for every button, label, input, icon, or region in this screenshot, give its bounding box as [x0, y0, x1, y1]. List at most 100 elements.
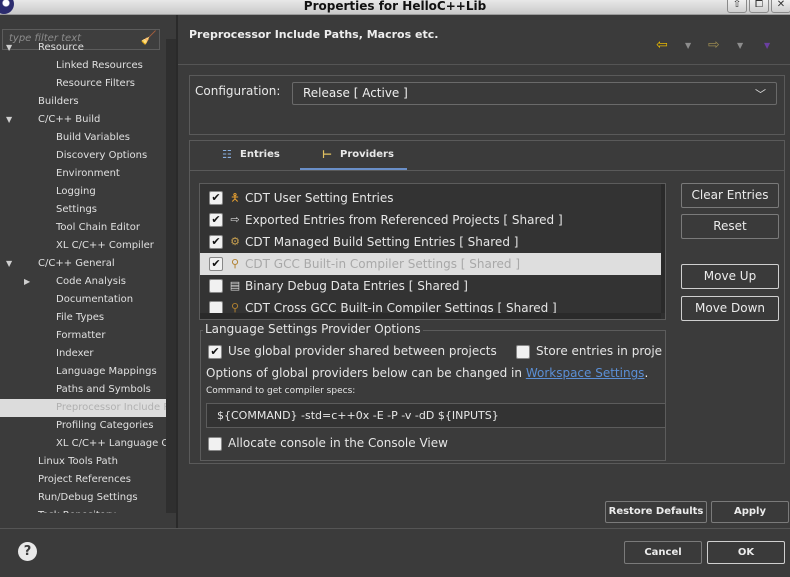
- provider-row[interactable]: ✔ ⇨ Exported Entries from Referenced Pro…: [200, 209, 661, 231]
- move-up-button[interactable]: Move Up: [681, 264, 779, 289]
- allocate-console-checkbox[interactable]: [208, 437, 222, 451]
- sidebar-item[interactable]: XL C/C++ Language Options: [0, 435, 166, 453]
- sidebar-item[interactable]: Settings: [0, 201, 166, 219]
- sidebar-item[interactable]: Build Variables: [0, 129, 166, 147]
- tree-scrollbar[interactable]: [166, 39, 176, 513]
- sidebar-item[interactable]: Tool Chain Editor: [0, 219, 166, 237]
- sidebar-item[interactable]: File Types: [0, 309, 166, 327]
- window-maximize-button[interactable]: ⧠: [749, 0, 769, 13]
- entries-icon: ☷: [222, 148, 232, 161]
- move-down-button[interactable]: Move Down: [681, 296, 779, 321]
- sidebar-item-label: File Types: [56, 312, 105, 323]
- provider-checkbox[interactable]: ✔: [209, 235, 223, 249]
- provider-label: CDT Managed Build Setting Entries [ Shar…: [245, 235, 519, 249]
- configuration-label: Configuration:: [195, 84, 281, 98]
- sidebar-item[interactable]: Documentation: [0, 291, 166, 309]
- providers-vertical-scrollbar[interactable]: [661, 184, 665, 313]
- sidebar-item[interactable]: ▶ Code Analysis: [0, 273, 166, 291]
- provider-row[interactable]: ✔ 🯅 CDT User Setting Entries: [200, 187, 661, 209]
- provider-checkbox[interactable]: [209, 279, 223, 293]
- tab-entries[interactable]: ☷ Entries: [218, 140, 280, 171]
- property-page-tree[interactable]: ▼ Resource Linked Resources Resource Filter…: [0, 39, 166, 513]
- sidebar-item-label: Preprocessor Include Paths, Macros etc.: [56, 402, 166, 413]
- sidebar-item-label: Run/Debug Settings: [38, 492, 138, 503]
- provider-row[interactable]: ▤ Binary Debug Data Entries [ Shared ]: [200, 275, 661, 297]
- sidebar-item-label: Resource: [38, 42, 84, 53]
- store-entries-label: Store entries in proje: [536, 344, 663, 358]
- window-close-button[interactable]: ✕: [771, 0, 790, 13]
- sidebar-item[interactable]: Linux Tools Path: [0, 453, 166, 471]
- back-arrow-icon[interactable]: ⇦: [656, 37, 668, 53]
- sidebar-item-label: C/C++ General: [38, 258, 115, 269]
- sidebar-item[interactable]: ▼ Resource: [0, 39, 166, 57]
- sidebar-item-label: Linked Resources: [56, 60, 143, 71]
- sidebar-item[interactable]: Paths and Symbols: [0, 381, 166, 399]
- forward-dropdown-icon[interactable]: ▼: [737, 41, 743, 50]
- provider-checkbox[interactable]: ✔: [209, 191, 223, 205]
- configuration-select[interactable]: Release [ Active ] ﹀: [292, 82, 777, 105]
- page-header: Preprocessor Include Paths, Macros etc. …: [178, 15, 790, 65]
- providers-horizontal-scrollbar[interactable]: [200, 313, 661, 319]
- sidebar-item[interactable]: Resource Filters: [0, 75, 166, 93]
- tab-providers[interactable]: ⊢ Providers: [318, 140, 394, 171]
- expand-arrow-icon[interactable]: ▼: [6, 255, 12, 273]
- cancel-button[interactable]: Cancel: [624, 541, 702, 564]
- sidebar-item-label: Documentation: [56, 294, 134, 305]
- back-dropdown-icon[interactable]: ▼: [685, 41, 691, 50]
- providers-list[interactable]: ✔ 🯅 CDT User Setting Entries ✔ ⇨ Exporte…: [200, 184, 661, 313]
- tab-providers-label: Providers: [340, 149, 394, 160]
- apply-button[interactable]: Apply: [711, 501, 789, 523]
- expand-arrow-icon[interactable]: ▼: [6, 39, 12, 57]
- reset-button[interactable]: Reset: [681, 214, 779, 239]
- sidebar-item[interactable]: XL C/C++ Compiler: [0, 237, 166, 255]
- sidebar-item[interactable]: Discovery Options: [0, 147, 166, 165]
- store-entries-checkbox[interactable]: [516, 345, 530, 359]
- sidebar-item[interactable]: ▼ C/C++ General: [0, 255, 166, 273]
- window-shade-button[interactable]: ⇧: [727, 0, 747, 13]
- ok-button[interactable]: OK: [707, 541, 785, 564]
- sidebar-item[interactable]: Project References: [0, 471, 166, 489]
- help-icon[interactable]: ?: [18, 542, 37, 561]
- export-icon: ⇨: [230, 213, 240, 226]
- sidebar-item[interactable]: ▼ C/C++ Build: [0, 111, 166, 129]
- sidebar-item-label: Settings: [56, 204, 98, 215]
- chevron-down-icon: ﹀: [755, 88, 766, 101]
- sidebar-item[interactable]: Language Mappings: [0, 363, 166, 381]
- sidebar-item[interactable]: Logging: [0, 183, 166, 201]
- collapse-arrow-icon[interactable]: ▶: [24, 273, 30, 291]
- view-menu-icon[interactable]: ▼: [764, 41, 770, 50]
- provider-row-selected[interactable]: ✔ ⚲ CDT GCC Built-in Compiler Settings […: [200, 253, 661, 275]
- forward-arrow-icon[interactable]: ⇨: [708, 37, 720, 53]
- sidebar-item-label: Builders: [38, 96, 79, 107]
- restore-defaults-button[interactable]: Restore Defaults: [605, 501, 707, 523]
- provider-checkbox[interactable]: ✔: [209, 213, 223, 227]
- clear-entries-button[interactable]: Clear Entries: [681, 183, 779, 208]
- use-global-provider-checkbox[interactable]: ✔: [208, 345, 222, 359]
- command-value: ${COMMAND} -std=c++0x -E -P -v -dD ${INP…: [217, 409, 499, 422]
- configuration-value: Release [ Active ]: [303, 86, 408, 100]
- sidebar-item-label: Discovery Options: [56, 150, 148, 161]
- provider-checkbox[interactable]: [209, 301, 223, 313]
- sidebar-item[interactable]: Linked Resources: [0, 57, 166, 75]
- sidebar-item[interactable]: Task Repository: [0, 507, 166, 513]
- sidebar-item[interactable]: Formatter: [0, 327, 166, 345]
- provider-label: CDT User Setting Entries: [245, 191, 394, 205]
- sidebar-item-label: Code Analysis: [56, 276, 126, 287]
- user-icon: 🯅: [230, 191, 240, 204]
- sidebar-item[interactable]: Environment: [0, 165, 166, 183]
- tab-entries-label: Entries: [240, 149, 280, 160]
- sidebar-item[interactable]: Builders: [0, 93, 166, 111]
- sidebar-item[interactable]: Preprocessor Include Paths, Macros etc.: [0, 399, 166, 417]
- command-input[interactable]: ${COMMAND} -std=c++0x -E -P -v -dD ${INP…: [206, 403, 666, 428]
- expand-arrow-icon[interactable]: ▼: [6, 111, 12, 129]
- sidebar-item-label: C/C++ Build: [38, 114, 101, 125]
- sidebar-item[interactable]: Profiling Categories: [0, 417, 166, 435]
- provider-row[interactable]: ⚲ CDT Cross GCC Built-in Compiler Settin…: [200, 297, 661, 313]
- sidebar-item-label: Resource Filters: [56, 78, 136, 89]
- sash-splitter[interactable]: [176, 15, 178, 528]
- sidebar-item[interactable]: Run/Debug Settings: [0, 489, 166, 507]
- provider-row[interactable]: ✔ ⚙ CDT Managed Build Setting Entries [ …: [200, 231, 661, 253]
- sidebar-item[interactable]: Indexer: [0, 345, 166, 363]
- workspace-settings-link[interactable]: Workspace Settings: [526, 366, 645, 380]
- provider-checkbox[interactable]: ✔: [209, 257, 223, 271]
